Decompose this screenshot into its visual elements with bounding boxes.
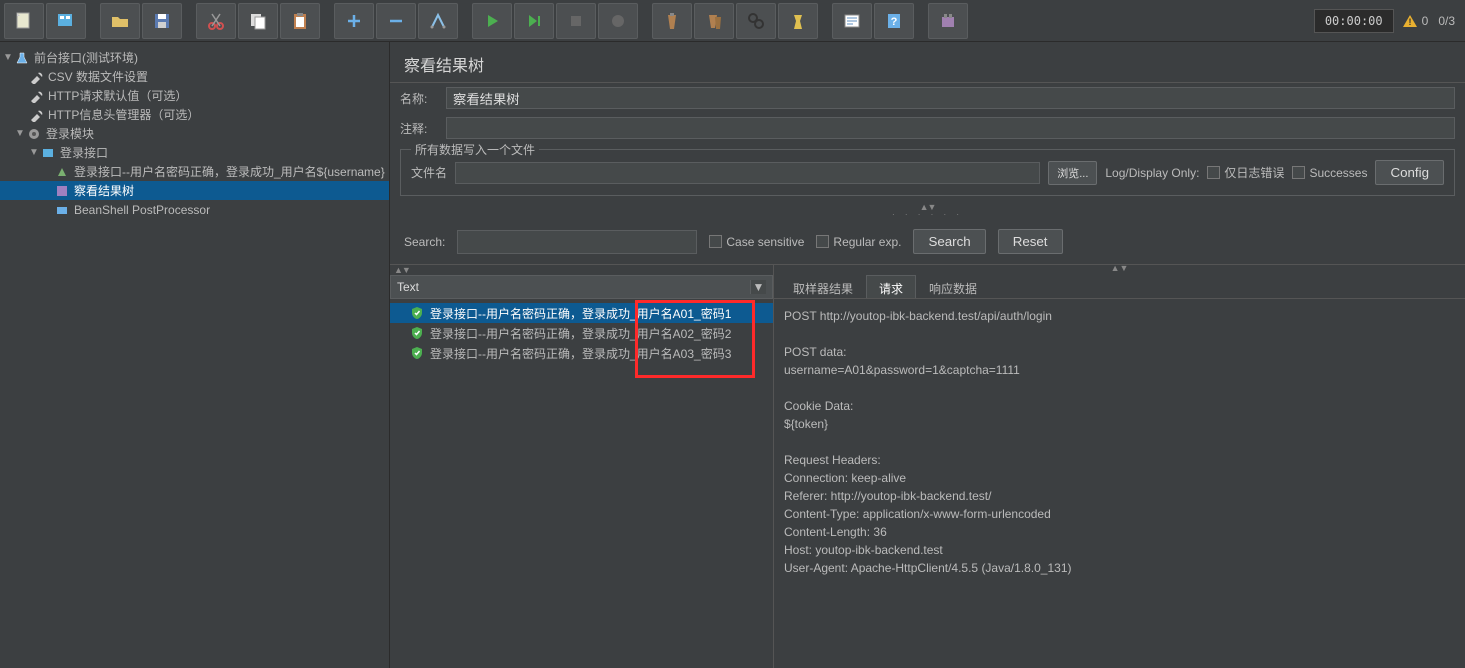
save-button[interactable]	[142, 3, 182, 39]
editor-panel: 察看结果树 名称: 注释: 所有数据写入一个文件 文件名 浏览... Log/D…	[390, 42, 1465, 668]
main-toolbar: ? 00:00:00 ! 0 0/3	[0, 0, 1465, 42]
open-button[interactable]	[100, 3, 140, 39]
tab-request[interactable]: 请求	[866, 275, 916, 298]
clear-search-button[interactable]	[778, 3, 818, 39]
results-pane: ▲▼ Text ▼ 登录接口--用户名密码正确，登录成功_用户名A01_密码1 …	[390, 265, 774, 668]
tab-sampler-result[interactable]: 取样器结果	[780, 275, 866, 298]
shutdown-button[interactable]	[598, 3, 638, 39]
tree-login-case[interactable]: 登录接口--用户名密码正确，登录成功_用户名${username}	[0, 162, 389, 181]
paste-button[interactable]	[280, 3, 320, 39]
sampler-icon	[54, 164, 70, 180]
toggle-icon[interactable]: ▼	[2, 52, 14, 63]
help-button[interactable]: ?	[874, 3, 914, 39]
tree-http-header[interactable]: HTTP信息头管理器（可选）	[0, 105, 389, 124]
regex-checkbox[interactable]: Regular exp.	[816, 235, 901, 249]
detail-expand-handle[interactable]: ▲▼	[774, 265, 1465, 273]
detail-pane: ▲▼ 取样器结果 请求 响应数据 POST http://youtop-ibk-…	[774, 265, 1465, 668]
start-no-timers-button[interactable]	[514, 3, 554, 39]
filename-input[interactable]	[455, 162, 1040, 184]
search-label: Search:	[404, 235, 445, 249]
comment-label: 注释:	[400, 120, 440, 137]
result-row[interactable]: 登录接口--用户名密码正确，登录成功_用户名A02_密码2	[390, 323, 773, 343]
copy-button[interactable]	[238, 3, 278, 39]
tree-view-results[interactable]: 察看结果树	[0, 181, 389, 200]
detail-tabs: 取样器结果 请求 响应数据	[774, 273, 1465, 299]
results-expand-handle[interactable]: ▲▼	[390, 265, 773, 275]
request-detail-text[interactable]: POST http://youtop-ibk-backend.test/api/…	[774, 299, 1465, 668]
panel-title: 察看结果树	[390, 42, 1465, 83]
success-shield-icon	[410, 326, 424, 340]
svg-text:!: !	[1408, 17, 1411, 27]
tree-csv[interactable]: CSV 数据文件设置	[0, 67, 389, 86]
expand-button[interactable]	[334, 3, 374, 39]
stop-button[interactable]	[556, 3, 596, 39]
tab-response[interactable]: 响应数据	[916, 275, 990, 298]
results-list[interactable]: 登录接口--用户名密码正确，登录成功_用户名A01_密码1 登录接口--用户名密…	[390, 299, 773, 668]
controller-icon	[40, 145, 56, 161]
tree-login-module[interactable]: ▼ 登录模块	[0, 124, 389, 143]
new-file-button[interactable]	[4, 3, 44, 39]
clear-all-button[interactable]	[694, 3, 734, 39]
warning-icon: !	[1402, 13, 1418, 29]
search-button[interactable]: Search	[913, 229, 985, 254]
result-row[interactable]: 登录接口--用户名密码正确，登录成功_用户名A03_密码3	[390, 343, 773, 363]
filename-label: 文件名	[411, 164, 447, 181]
start-button[interactable]	[472, 3, 512, 39]
wrench-icon	[28, 69, 44, 85]
plugins-button[interactable]	[928, 3, 968, 39]
dropdown-icon[interactable]: ▼	[750, 280, 766, 294]
name-label: 名称:	[400, 90, 440, 107]
configure-button[interactable]: Config	[1375, 160, 1444, 185]
function-helper-button[interactable]	[832, 3, 872, 39]
tree-beanshell[interactable]: BeanShell PostProcessor	[0, 200, 389, 219]
toggle-icon[interactable]: ▼	[28, 147, 40, 158]
warning-badge: ! 0	[1402, 13, 1429, 29]
reset-button[interactable]: Reset	[998, 229, 1063, 254]
templates-button[interactable]	[46, 3, 86, 39]
wrench-icon	[28, 107, 44, 123]
write-file-fieldset: 所有数据写入一个文件 文件名 浏览... Log/Display Only: 仅…	[400, 149, 1455, 196]
success-shield-icon	[410, 346, 424, 360]
svg-text:?: ?	[891, 16, 898, 28]
comment-input[interactable]	[446, 117, 1455, 139]
collapse-button[interactable]	[376, 3, 416, 39]
toggle-button[interactable]	[418, 3, 458, 39]
tree-http-defaults[interactable]: HTTP请求默认值（可选）	[0, 86, 389, 105]
result-row[interactable]: 登录接口--用户名密码正确，登录成功_用户名A01_密码1	[390, 303, 773, 323]
name-input[interactable]	[446, 87, 1455, 109]
browse-button[interactable]: 浏览...	[1048, 161, 1097, 185]
tree-root[interactable]: ▼ 前台接口(测试环境)	[0, 48, 389, 67]
tree-login-iface[interactable]: ▼ 登录接口	[0, 143, 389, 162]
flask-icon	[14, 50, 30, 66]
toggle-icon[interactable]: ▼	[14, 128, 26, 139]
errors-only-checkbox[interactable]: 仅日志错误	[1207, 164, 1284, 181]
results-icon	[54, 183, 70, 199]
wrench-icon	[28, 88, 44, 104]
clear-button[interactable]	[652, 3, 692, 39]
thread-count: 0/3	[1438, 14, 1455, 28]
log-display-label: Log/Display Only:	[1105, 166, 1199, 180]
success-shield-icon	[410, 306, 424, 320]
cut-button[interactable]	[196, 3, 236, 39]
successes-checkbox[interactable]: Successes	[1292, 166, 1367, 180]
results-header[interactable]: Text ▼	[390, 275, 773, 299]
gear-icon	[26, 126, 42, 142]
postprocessor-icon	[54, 202, 70, 218]
case-sensitive-checkbox[interactable]: Case sensitive	[709, 235, 804, 249]
search-input[interactable]	[457, 230, 697, 254]
search-tree-button[interactable]	[736, 3, 776, 39]
fieldset-legend: 所有数据写入一个文件	[411, 141, 539, 158]
test-plan-tree[interactable]: ▼ 前台接口(测试环境) CSV 数据文件设置 HTTP请求默认值（可选） HT…	[0, 42, 390, 668]
timer-display: 00:00:00	[1314, 9, 1394, 33]
